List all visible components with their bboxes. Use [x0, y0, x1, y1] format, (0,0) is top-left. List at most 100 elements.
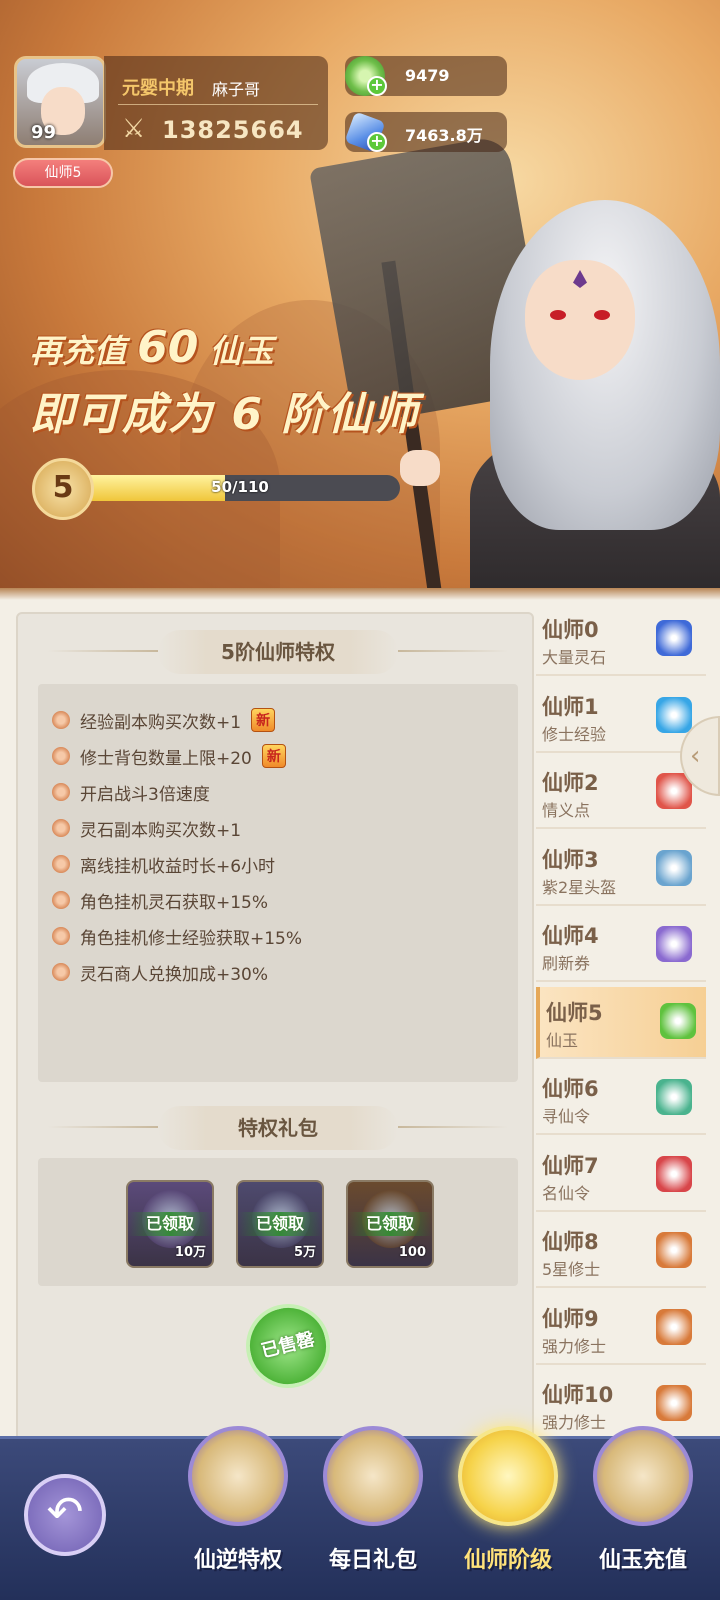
token-icon: [656, 1155, 692, 1192]
vip-level-item[interactable]: 仙师6 寻仙令: [536, 1063, 706, 1135]
add-crystal-button[interactable]: +: [367, 132, 387, 152]
vip-level-badge: 5: [32, 458, 94, 520]
gift-item[interactable]: 已领取 10万: [126, 1180, 214, 1268]
currency-jade[interactable]: + 9479: [345, 56, 507, 96]
tab-daily-gift[interactable]: 每日礼包: [318, 1426, 428, 1596]
privilege-icon: [188, 1426, 288, 1526]
claimed-label: 已领取: [348, 1212, 432, 1236]
privilege-item: 开启战斗3倍速度: [52, 774, 504, 810]
player-name: 麻子哥: [212, 80, 261, 99]
vip-progress-bar: 50/110: [80, 475, 400, 501]
gift-pack-title: 特权礼包: [158, 1106, 398, 1150]
tab-vip-rank[interactable]: 仙师阶级: [453, 1426, 563, 1596]
tab-label: 仙玉充值: [598, 1548, 687, 1573]
gift-item[interactable]: 已领取 5万: [236, 1180, 324, 1268]
privilege-text: 离线挂机收益时长+6小时: [80, 856, 276, 877]
claimed-label: 已领取: [238, 1212, 322, 1236]
vip-level-reward: 强力修士: [542, 1336, 607, 1356]
vip-level-name: 仙师10: [542, 1383, 614, 1407]
crystal-icon: [656, 620, 692, 656]
new-badge: 新: [251, 708, 276, 732]
tab-label: 仙师阶级: [463, 1548, 552, 1573]
privilege-item: 修士背包数量上限+20 新: [52, 738, 504, 774]
vip-level-name: 仙师4: [542, 924, 599, 948]
vip-level-item[interactable]: 仙师5 仙玉: [536, 986, 706, 1059]
vip-level-reward: 名仙令: [542, 1183, 591, 1203]
gift-item[interactable]: 已领取 100: [346, 1180, 434, 1268]
cultivation-realm: 元婴中期: [122, 78, 194, 99]
privilege-item: 离线挂机收益时长+6小时: [52, 846, 504, 882]
combat-power-icon: ⚔: [122, 114, 146, 144]
vip-level-item[interactable]: 仙师3 紫2星头盔: [536, 834, 706, 906]
daily-gift-icon: [323, 1426, 423, 1526]
privilege-text: 修士背包数量上限+20: [80, 748, 252, 769]
privilege-item: 角色挂机修士经验获取+15%: [52, 918, 504, 954]
vip-level-reward: 大量灵石: [542, 648, 607, 667]
tab-label: 仙逆特权: [193, 1548, 282, 1573]
chest-icon: [656, 1385, 692, 1421]
vip-tag: 仙师5: [13, 158, 113, 188]
privilege-text: 经验副本购买次数+1: [80, 712, 242, 733]
bullet-icon: [52, 891, 70, 909]
token-icon: [656, 1079, 692, 1115]
vip-level-item[interactable]: 仙师9 强力修士: [536, 1293, 706, 1365]
gift-quantity: 10万: [174, 1245, 206, 1260]
privilege-text: 灵石商人兑换加成+30%: [80, 964, 269, 985]
vip-level-item[interactable]: 仙师2 情义点: [536, 757, 706, 829]
vip-level-reward: 修士经验: [542, 724, 607, 744]
add-jade-button[interactable]: +: [367, 76, 387, 96]
gift-quantity: 5万: [293, 1245, 316, 1260]
bullet-icon: [52, 819, 70, 837]
vip-level-name: 仙师6: [542, 1077, 599, 1101]
privilege-panel: 5阶仙师特权 经验副本购买次数+1 新修士背包数量上限+20 新开启战斗3倍速度 灵石…: [16, 612, 534, 1450]
vip-level-item[interactable]: 仙师8 5星修士: [536, 1216, 706, 1288]
tab-recharge[interactable]: 仙玉充值: [588, 1426, 698, 1596]
currency-crystal[interactable]: + 7463.8万: [344, 111, 507, 153]
privilege-text: 开启战斗3倍速度: [80, 784, 210, 805]
vip-level-name: 仙师8: [542, 1230, 599, 1254]
vip-level-reward: 情义点: [542, 801, 591, 820]
avatar[interactable]: 99: [14, 56, 106, 148]
vip-level-reward: 刷新券: [542, 954, 591, 973]
bullet-icon: [52, 855, 70, 873]
recharge-icon: [593, 1426, 693, 1526]
vip-level-name: 仙师3: [542, 847, 599, 872]
gift-pack-list: 已领取 10万 已领取 5万 已领取 100: [38, 1158, 518, 1286]
vip-level-name: 仙师9: [542, 1306, 599, 1331]
progress-text: 50/110: [211, 478, 269, 496]
gift-quantity: 100: [398, 1245, 426, 1260]
chest-icon: [656, 1232, 692, 1268]
combat-power: 13825664: [162, 116, 304, 144]
new-badge: 新: [261, 744, 286, 768]
tab-privilege[interactable]: 仙逆特权: [183, 1426, 293, 1596]
privilege-item: 角色挂机灵石获取+15%: [52, 882, 504, 918]
recharge-promo-line1: 再充值 60 仙玉: [30, 322, 274, 373]
privilege-item: 灵石副本购买次数+1: [52, 810, 504, 846]
bullet-icon: [52, 711, 70, 729]
vip-level-reward: 仙玉: [546, 1030, 579, 1050]
vip-level-item[interactable]: 仙师7 名仙令: [536, 1140, 706, 1212]
vip-level-item[interactable]: 仙师0 大量灵石: [536, 604, 706, 676]
vip-level-item[interactable]: 仙师1 修士经验: [536, 681, 706, 753]
promo-amount: 60: [137, 322, 199, 373]
bullet-icon: [52, 747, 70, 765]
promo-text: 再充值: [30, 332, 127, 370]
privilege-item: 灵石商人兑换加成+30%: [52, 954, 504, 990]
vip-level-name: 仙师2: [542, 771, 599, 795]
orb-icon: [656, 696, 692, 733]
hero-character: [400, 200, 720, 600]
bullet-icon: [52, 927, 70, 945]
vip-level-item[interactable]: 仙师4 刷新券: [536, 910, 706, 982]
privilege-text: 灵石副本购买次数+1: [80, 820, 242, 841]
vip-level-name: 仙师5: [546, 1000, 603, 1025]
vip-level-reward: 寻仙令: [542, 1107, 591, 1126]
vip-level-reward: 5星修士: [542, 1260, 601, 1279]
vip-level-reward: 紫2星头盔: [542, 877, 617, 897]
vip-level-name: 仙师1: [542, 694, 599, 719]
back-button[interactable]: ↶: [24, 1474, 106, 1556]
vip-level-list[interactable]: 仙师0 大量灵石 仙师1 修士经验 仙师2 情义点 仙师3 紫2星头盔 仙师4 刷新券 仙师5 仙玉仙…: [536, 600, 706, 1450]
privilege-list: 经验副本购买次数+1 新修士背包数量上限+20 新开启战斗3倍速度 灵石副本购买次数+…: [38, 684, 518, 1082]
bullet-icon: [52, 783, 70, 801]
jade-amount: 9479: [405, 66, 450, 85]
player-info: 元婴中期 麻子哥 ⚔ 13825664: [104, 56, 328, 150]
